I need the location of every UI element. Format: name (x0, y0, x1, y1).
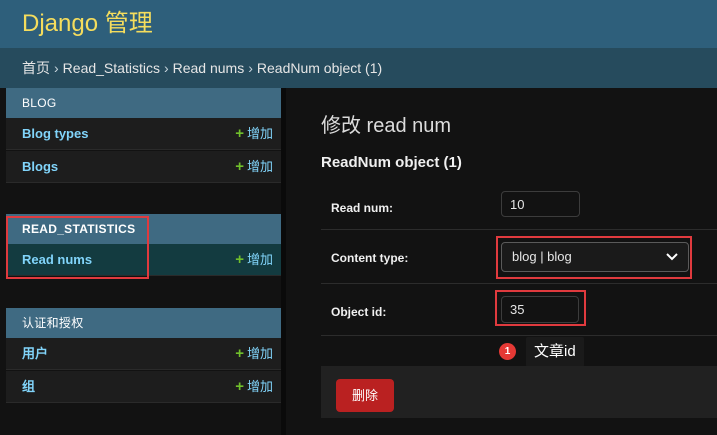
add-read-num-link[interactable]: + 增加 (235, 244, 273, 276)
delete-button[interactable]: 删除 (336, 379, 394, 412)
sidebar-item-label[interactable]: Read nums (22, 252, 92, 267)
module-caption-blog[interactable]: BLOG (6, 88, 281, 118)
breadcrumb-current: ReadNum object (1) (256, 60, 383, 76)
annotation-badge: 1 (499, 343, 516, 360)
sidebar-item-read-nums: Read nums + 增加 (6, 244, 281, 276)
add-group-link[interactable]: + 增加 (235, 371, 273, 403)
object-id-label: Object id: (331, 305, 387, 319)
module-caption-label: BLOG (22, 96, 57, 110)
add-blog-link[interactable]: + 增加 (235, 151, 273, 183)
sidebar-item-blog-types: Blog types + 增加 (6, 118, 281, 150)
add-user-link[interactable]: + 增加 (235, 338, 273, 370)
site-header: Django 管理 (0, 0, 717, 48)
sidebar-item-groups: 组 + 增加 (6, 371, 281, 403)
read-num-input[interactable] (501, 191, 580, 217)
add-blog-type-link[interactable]: + 增加 (235, 118, 273, 150)
breadcrumb-separator: › (163, 60, 169, 76)
fieldset-title: ReadNum object (1) (321, 154, 462, 171)
plus-icon: + (235, 158, 244, 175)
object-id-input[interactable] (501, 296, 579, 323)
breadcrumb-app[interactable]: Read_Statistics (63, 60, 160, 76)
sidebar-item-users: 用户 + 增加 (6, 338, 281, 370)
submit-row: 删除 (321, 366, 717, 418)
plus-icon: + (235, 125, 244, 142)
add-link-label: 增加 (246, 159, 273, 174)
content-type-select[interactable]: blog | blog (501, 242, 689, 272)
chevron-down-icon (666, 243, 678, 281)
add-link-label: 增加 (246, 126, 273, 141)
sidebar-item-blogs: Blogs + 增加 (6, 151, 281, 183)
sidebar-nav: BLOG Blog types + 增加 Blogs + 增加 READ_STATI… (0, 88, 285, 435)
main-content: 修改 read num ReadNum object (1) Read num:… (286, 88, 717, 435)
breadcrumb-home[interactable]: 首页 (22, 60, 50, 76)
form-row-read-num: Read num: (321, 178, 717, 230)
plus-icon: + (235, 378, 244, 395)
sidebar-item-label[interactable]: Blog types (22, 126, 88, 141)
sidebar-item-label[interactable]: 组 (22, 379, 35, 394)
module-caption-label: READ_STATISTICS (22, 222, 136, 236)
add-link-label: 增加 (246, 252, 273, 267)
site-brand-link[interactable]: Django 管理 (22, 10, 153, 37)
breadcrumb-separator: › (248, 60, 253, 76)
plus-icon: + (235, 251, 244, 268)
plus-icon: + (235, 345, 244, 362)
module-caption-auth[interactable]: 认证和授权 (6, 308, 281, 338)
form-row-object-id: Object id: (321, 284, 717, 336)
module-caption-label: 认证和授权 (22, 316, 84, 330)
page-title: 修改 read num (321, 115, 452, 137)
annotation-label: 文章id (526, 337, 584, 367)
sidebar-item-label[interactable]: Blogs (22, 159, 58, 174)
add-link-label: 增加 (246, 379, 273, 394)
breadcrumb-model[interactable]: Read nums (173, 60, 245, 76)
form-row-content-type: Content type: blog | blog (321, 230, 717, 284)
read-num-label: Read num: (331, 201, 394, 215)
add-link-label: 增加 (246, 346, 273, 361)
content-type-value: blog | blog (512, 249, 572, 264)
content-type-label: Content type: (331, 251, 409, 265)
breadcrumb-separator: › (54, 60, 59, 76)
breadcrumb: 首页 › Read_Statistics › Read nums › ReadNum obj… (0, 48, 717, 88)
module-caption-read-statistics[interactable]: READ_STATISTICS (6, 214, 281, 244)
sidebar-item-label[interactable]: 用户 (22, 346, 48, 361)
